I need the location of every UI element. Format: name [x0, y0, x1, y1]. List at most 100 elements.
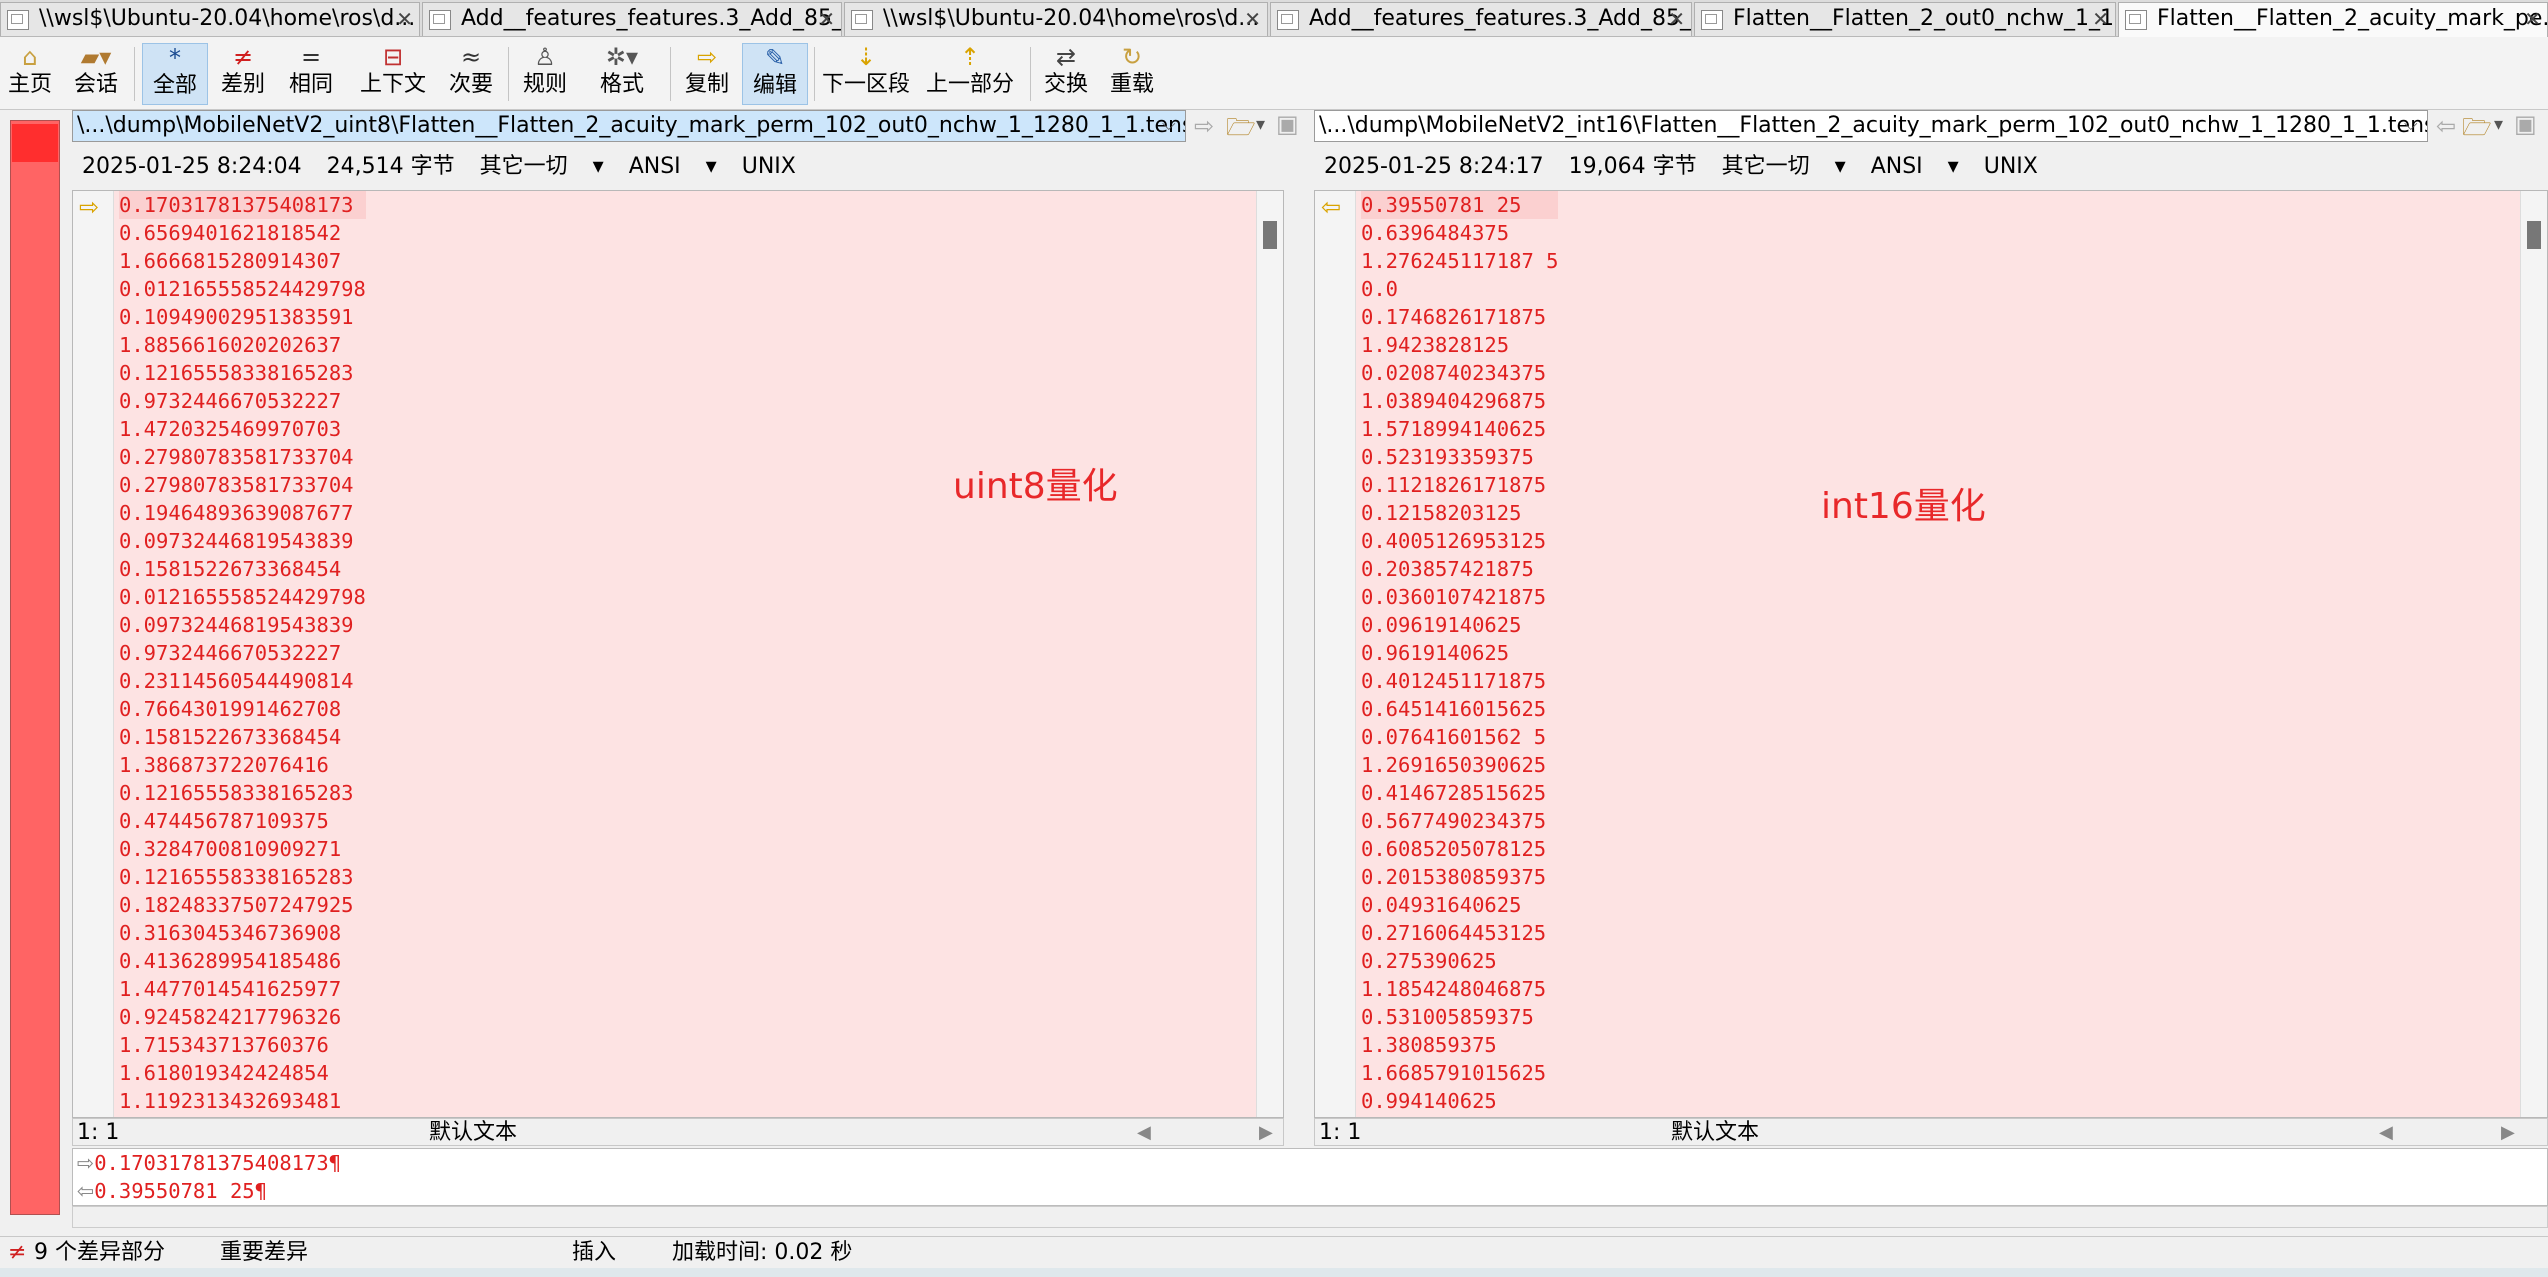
text-line[interactable]: 0.6451416015625	[1361, 695, 1558, 723]
tab-3[interactable]: \\wsl$\Ubuntu-20.04\home\ros\d... ✕	[844, 2, 1268, 36]
arrow-right-icon[interactable]: ⇨	[1194, 112, 1214, 140]
text-line[interactable]: 0.09732446819543839	[119, 527, 366, 555]
text-line[interactable]: 0.5677490234375	[1361, 807, 1558, 835]
left-encoding-dropdown[interactable]: ANSI ▾	[629, 154, 717, 179]
format-button[interactable]: ✲▾ 格式	[582, 43, 662, 105]
close-icon[interactable]: ✕	[1244, 3, 1261, 35]
close-icon[interactable]: ✕	[2524, 3, 2541, 35]
text-line[interactable]: 0.12158203125	[1361, 499, 1558, 527]
text-line[interactable]: 0.1746826171875	[1361, 303, 1558, 331]
text-line[interactable]: 0.07641601562 5	[1361, 723, 1558, 751]
close-icon[interactable]: ✕	[2092, 3, 2109, 35]
right-path-input[interactable]: \...\dump\MobileNetV2_int16\Flatten__Fla…	[1314, 110, 2428, 142]
text-line[interactable]: 0.4005126953125	[1361, 527, 1558, 555]
text-line[interactable]: 0.4012451171875	[1361, 667, 1558, 695]
left-text-lines[interactable]: 0.17031781375408173 0.6569401621818542 1.6…	[119, 191, 366, 1115]
text-line[interactable]: 1.618019342424854	[119, 1059, 366, 1087]
text-line[interactable]: 0.012165558524429798	[119, 583, 366, 611]
text-line[interactable]: 0.523193359375	[1361, 443, 1558, 471]
text-line[interactable]: 0.27980783581733704	[119, 471, 366, 499]
text-line[interactable]: 0.3284700810909271	[119, 835, 366, 863]
text-line[interactable]: 0.17031781375408173	[119, 191, 366, 219]
text-line[interactable]: 0.12165558338165283	[119, 359, 366, 387]
text-line[interactable]: 1.4720325469970703	[119, 415, 366, 443]
chevron-down-icon[interactable]: ⌵	[1162, 114, 1176, 135]
text-line[interactable]: 1.0389404296875	[1361, 387, 1558, 415]
diff-overview-strip[interactable]	[10, 120, 60, 1215]
tab-5[interactable]: Flatten__Flatten_2_out0_nchw_1_1... ✕	[1694, 2, 2116, 36]
reload-button[interactable]: ↻ 重载	[1102, 43, 1162, 105]
folder-icon[interactable]: 🗁	[2462, 110, 2492, 151]
text-line[interactable]: 0.275390625	[1361, 947, 1558, 975]
save-icon[interactable]: ▣	[1276, 110, 1299, 138]
session-button[interactable]: ▰▾ 会话	[64, 43, 128, 105]
text-line[interactable]: 0.994140625	[1361, 1087, 1558, 1115]
tab-4[interactable]: Add__features_features.3_Add_85_... ✕	[1270, 2, 1692, 36]
prev-part-button[interactable]: ⇡ 上一部分	[920, 43, 1020, 105]
right-other-dropdown[interactable]: 其它一切 ▾	[1722, 154, 1846, 179]
text-line[interactable]: 0.10949002951383591	[119, 303, 366, 331]
close-icon[interactable]: ✕	[1668, 3, 1685, 35]
text-line[interactable]: 1.1854248046875	[1361, 975, 1558, 1003]
minor-button[interactable]: ≈ 次要	[440, 43, 502, 105]
importance-label[interactable]: 重要差异	[220, 1237, 308, 1269]
text-line[interactable]: 0.203857421875	[1361, 555, 1558, 583]
right-text-lines[interactable]: 0.39550781 25 0.6396484375 1.276245117187 …	[1361, 191, 1559, 1115]
copy-button[interactable]: ⇨ 复制	[676, 43, 738, 105]
text-line[interactable]: 0.18248337507247925	[119, 891, 366, 919]
text-line[interactable]: 0.9732446670532227	[119, 387, 366, 415]
scroll-thumb[interactable]	[1263, 221, 1277, 249]
text-line[interactable]: 1.715343713760376	[119, 1031, 366, 1059]
text-line[interactable]: 0.2716064453125	[1361, 919, 1558, 947]
text-line[interactable]: 0.0360107421875	[1361, 583, 1558, 611]
left-lineend[interactable]: UNIX	[742, 154, 796, 179]
text-line[interactable]: 1.8856616020202637	[119, 331, 366, 359]
arrow-left-icon[interactable]: ⇦	[2436, 112, 2456, 140]
close-icon[interactable]: ✕	[396, 3, 413, 35]
text-line[interactable]: 0.4136289954185486	[119, 947, 366, 975]
next-section-button[interactable]: ⇣ 下一区段	[820, 43, 912, 105]
text-line[interactable]: 1.6685791015625	[1361, 1059, 1558, 1087]
left-path-input[interactable]: \...\dump\MobileNetV2_uint8\Flatten__Fla…	[72, 110, 1186, 142]
right-lineend[interactable]: UNIX	[1984, 154, 2038, 179]
rules-button[interactable]: ♙ 规则	[514, 43, 576, 105]
text-line[interactable]: 0.09732446819543839	[119, 611, 366, 639]
text-line[interactable]: 0.7664301991462708	[119, 695, 366, 723]
text-line[interactable]: 0.12165558338165283	[119, 779, 366, 807]
text-line[interactable]: 0.6396484375	[1361, 219, 1558, 247]
chevron-down-icon[interactable]: ▾	[2494, 114, 2503, 135]
text-line[interactable]: 0.27980783581733704	[119, 443, 366, 471]
scroll-right-icon[interactable]: ▶	[1259, 1119, 1273, 1147]
right-text-pane[interactable]: ⇦ 0.39550781 25 0.6396484375 1.27624511718…	[1314, 190, 2548, 1118]
text-line[interactable]: 0.6569401621818542	[119, 219, 366, 247]
folder-icon[interactable]: 🗁	[1226, 110, 1256, 151]
scroll-right-icon[interactable]: ▶	[2501, 1119, 2515, 1147]
text-line[interactable]: 0.9619140625	[1361, 639, 1558, 667]
text-line[interactable]: 1.2691650390625	[1361, 751, 1558, 779]
scroll-left-icon[interactable]: ◀	[2379, 1119, 2393, 1147]
right-vertical-scrollbar[interactable]	[2520, 191, 2547, 1117]
text-line[interactable]: 0.39550781 25	[1361, 191, 1559, 219]
text-line[interactable]: 1.6666815280914307	[119, 247, 366, 275]
text-line[interactable]: 0.012165558524429798	[119, 275, 366, 303]
left-format-label[interactable]: 默认文本	[429, 1119, 517, 1147]
text-line[interactable]: 1.1192313432693481	[119, 1087, 366, 1115]
edit-button[interactable]: ✎ 编辑	[742, 43, 808, 105]
text-line[interactable]: 0.04931640625	[1361, 891, 1558, 919]
left-other-dropdown[interactable]: 其它一切 ▾	[480, 154, 604, 179]
text-line[interactable]: 1.276245117187 5	[1361, 247, 1558, 275]
left-vertical-scrollbar[interactable]	[1256, 191, 1283, 1117]
text-line[interactable]: 0.19464893639087677	[119, 499, 366, 527]
scroll-thumb[interactable]	[2527, 221, 2541, 249]
text-line[interactable]: 0.9732446670532227	[119, 639, 366, 667]
text-line[interactable]: 0.2015380859375	[1361, 863, 1558, 891]
swap-button[interactable]: ⇄ 交换	[1036, 43, 1096, 105]
text-line[interactable]: 0.12165558338165283	[119, 863, 366, 891]
text-line[interactable]: 0.0208740234375	[1361, 359, 1558, 387]
tab-1[interactable]: \\wsl$\Ubuntu-20.04\home\ros\d... ✕	[0, 2, 420, 36]
text-line[interactable]: 0.474456787109375	[119, 807, 366, 835]
all-button[interactable]: * 全部	[142, 43, 208, 105]
text-line[interactable]: 1.380859375	[1361, 1031, 1558, 1059]
text-line[interactable]: 1.5718994140625	[1361, 415, 1558, 443]
horizontal-scrollbar[interactable]	[72, 1206, 2548, 1228]
